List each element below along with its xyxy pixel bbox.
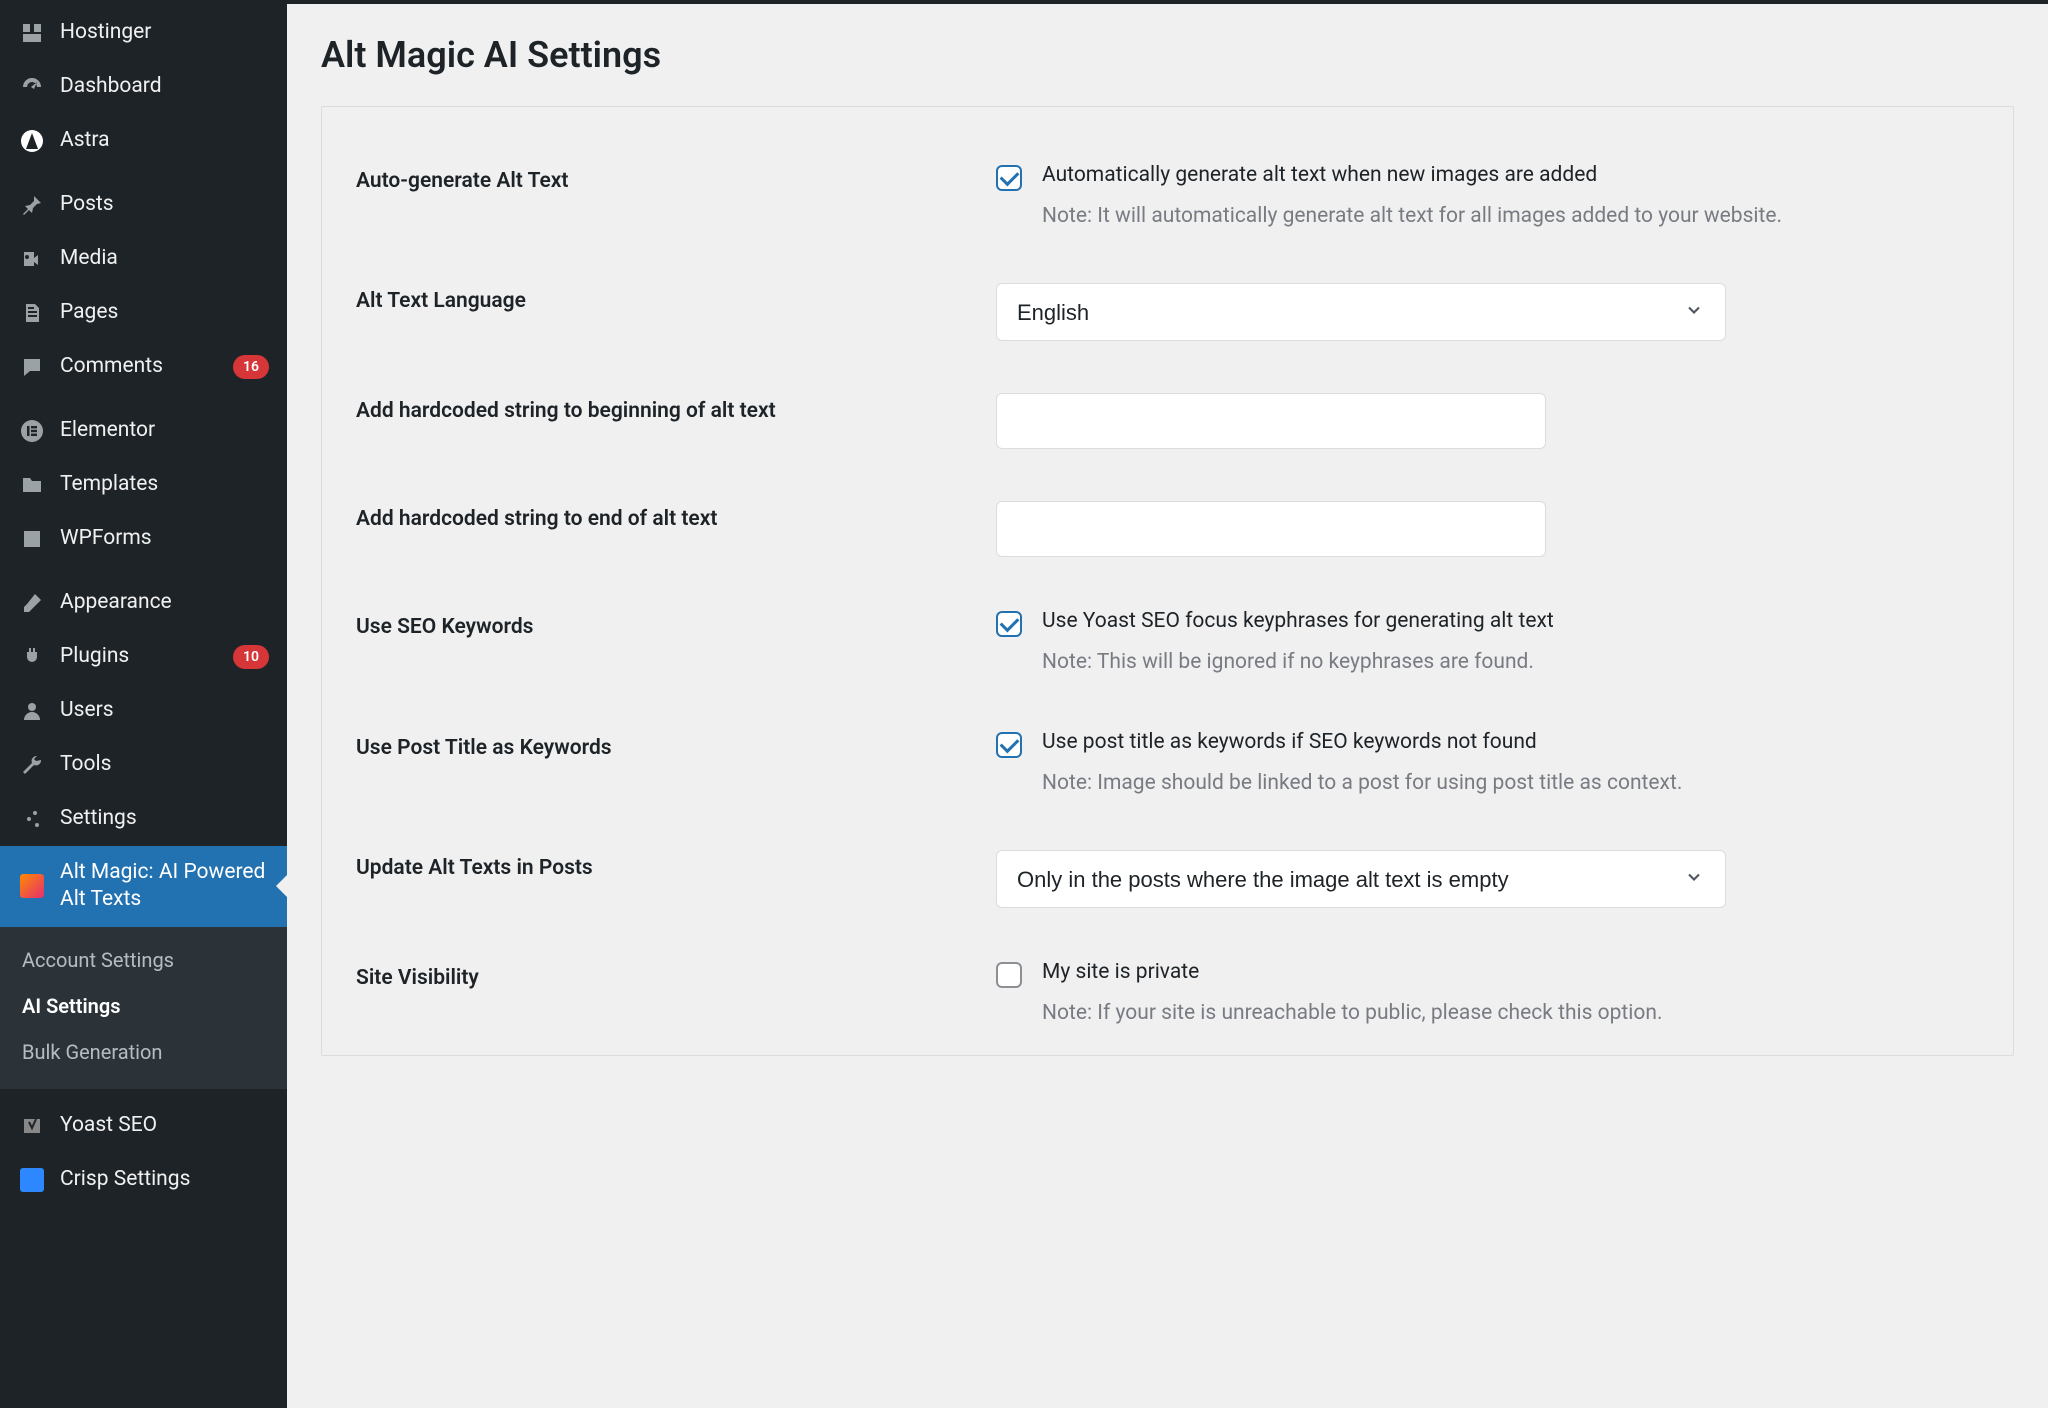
checkbox-post-title[interactable] [996,732,1022,758]
row-post-title: Use Post Title as Keywords Use post titl… [322,704,2013,824]
form-icon [18,525,46,553]
sidebar-item-media[interactable]: Media [0,232,287,286]
settings-panel: Auto-generate Alt Text Automatically gen… [321,106,2014,1056]
sidebar-item-astra[interactable]: Astra [0,114,287,168]
comment-icon [18,353,46,381]
row-prefix: Add hardcoded string to beginning of alt… [322,367,2013,475]
select-update-posts[interactable]: Only in the posts where the image alt te… [996,850,1726,908]
checkbox-label-auto-generate: Automatically generate alt text when new… [1042,163,1597,187]
comments-count-badge: 16 [233,355,269,379]
label-seo-keywords: Use SEO Keywords [356,609,996,677]
sidebar-item-label: Crisp Settings [60,1166,269,1193]
sidebar-item-yoast-seo[interactable]: Yoast SEO [0,1099,287,1153]
sidebar-item-appearance[interactable]: Appearance [0,576,287,630]
sidebar-item-alt-magic[interactable]: Alt Magic: AI Powered Alt Texts [0,846,287,927]
sidebar-item-label: Templates [60,471,269,498]
submenu-bulk-generation[interactable]: Bulk Generation [0,1029,287,1075]
sidebar-item-elementor[interactable]: Elementor [0,404,287,458]
sidebar-item-templates[interactable]: Templates [0,458,287,512]
sidebar-item-label: Appearance [60,589,269,616]
row-auto-generate: Auto-generate Alt Text Automatically gen… [322,137,2013,257]
sidebar-item-label: Comments [60,353,225,380]
sidebar-item-label: Users [60,697,269,724]
brush-icon [18,589,46,617]
user-icon [18,697,46,725]
note-seo-keywords: Note: This will be ignored if no keyphra… [1042,647,1816,677]
dashboard-icon [18,73,46,101]
row-suffix: Add hardcoded string to end of alt text [322,475,2013,583]
plugins-count-badge: 10 [233,645,269,669]
hostinger-icon [18,19,46,47]
media-icon [18,245,46,273]
checkbox-label-site-visibility: My site is private [1042,960,1199,984]
sidebar-item-plugins[interactable]: Plugins 10 [0,630,287,684]
sidebar-item-label: Pages [60,299,269,326]
checkbox-label-seo-keywords: Use Yoast SEO focus keyphrases for gener… [1042,609,1554,633]
sidebar-item-label: Plugins [60,643,225,670]
sidebar-item-label: Astra [60,127,269,154]
input-suffix[interactable] [996,501,1546,557]
elementor-icon [18,417,46,445]
sidebar-item-label: Media [60,245,269,272]
sidebar-item-label: WPForms [60,525,269,552]
checkbox-auto-generate[interactable] [996,165,1022,191]
alt-magic-submenu: Account Settings AI Settings Bulk Genera… [0,927,287,1089]
submenu-account-settings[interactable]: Account Settings [0,937,287,983]
sidebar-item-users[interactable]: Users [0,684,287,738]
input-prefix[interactable] [996,393,1546,449]
wrench-icon [18,751,46,779]
label-auto-generate: Auto-generate Alt Text [356,163,996,231]
sidebar-item-crisp-settings[interactable]: Crisp Settings [0,1153,287,1207]
label-language: Alt Text Language [356,283,996,341]
folder-icon [18,471,46,499]
submenu-ai-settings[interactable]: AI Settings [0,983,287,1029]
checkbox-label-post-title: Use post title as keywords if SEO keywor… [1042,730,1537,754]
sidebar-item-label: Posts [60,191,269,218]
sidebar-item-settings[interactable]: Settings [0,792,287,846]
crisp-icon [18,1166,46,1194]
row-site-visibility: Site Visibility My site is private Note:… [322,934,2013,1054]
note-post-title: Note: Image should be linked to a post f… [1042,768,1816,798]
sidebar-item-label: Hostinger [60,19,269,46]
sidebar-item-label: Elementor [60,417,269,444]
plug-icon [18,643,46,671]
page-title: Alt Magic AI Settings [321,34,2014,76]
label-suffix: Add hardcoded string to end of alt text [356,501,996,557]
sidebar-item-posts[interactable]: Posts [0,178,287,232]
sidebar-item-label: Yoast SEO [60,1112,269,1139]
select-language[interactable]: English [996,283,1726,341]
sidebar-item-label: Settings [60,805,269,832]
label-post-title: Use Post Title as Keywords [356,730,996,798]
sidebar-item-tools[interactable]: Tools [0,738,287,792]
sidebar-item-label: Tools [60,751,269,778]
yoast-icon [18,1112,46,1140]
altmagic-icon [18,872,46,900]
sidebar-item-comments[interactable]: Comments 16 [0,340,287,394]
sidebar-item-label: Alt Magic: AI Powered Alt Texts [60,859,269,914]
main-content: Alt Magic AI Settings Auto-generate Alt … [287,0,2048,1408]
sidebar-item-wpforms[interactable]: WPForms [0,512,287,566]
note-site-visibility: Note: If your site is unreachable to pub… [1042,998,1816,1028]
sidebar-item-label: Dashboard [60,73,269,100]
sidebar-item-dashboard[interactable]: Dashboard [0,60,287,114]
sidebar-item-pages[interactable]: Pages [0,286,287,340]
note-auto-generate: Note: It will automatically generate alt… [1042,201,1816,231]
label-prefix: Add hardcoded string to beginning of alt… [356,393,996,449]
checkbox-site-visibility[interactable] [996,962,1022,988]
row-language: Alt Text Language English [322,257,2013,367]
label-update-posts: Update Alt Texts in Posts [356,850,996,908]
row-seo-keywords: Use SEO Keywords Use Yoast SEO focus key… [322,583,2013,703]
label-site-visibility: Site Visibility [356,960,996,1028]
pages-icon [18,299,46,327]
sliders-icon [18,805,46,833]
row-update-posts: Update Alt Texts in Posts Only in the po… [322,824,2013,934]
astra-icon [18,127,46,155]
admin-sidebar: Hostinger Dashboard Astra Posts Media Pa… [0,0,287,1408]
checkbox-seo-keywords[interactable] [996,611,1022,637]
pin-icon [18,191,46,219]
sidebar-item-hostinger[interactable]: Hostinger [0,6,287,60]
